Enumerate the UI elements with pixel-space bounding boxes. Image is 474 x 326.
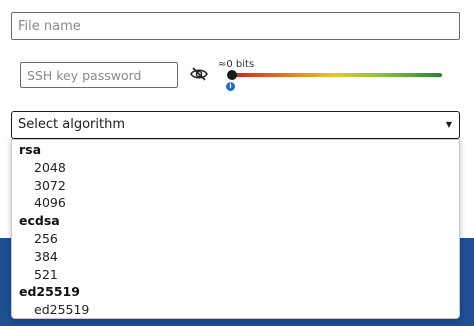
option-rsa-2048[interactable]: 2048 — [12, 159, 459, 177]
eye-slash-icon — [190, 66, 208, 85]
info-icon[interactable]: i — [226, 82, 235, 91]
algorithm-select[interactable]: Select algorithm ▼ — [11, 111, 460, 139]
algorithm-dropdown-list: rsa 2048 3072 4096 ecdsa 256 384 521 ed2… — [11, 139, 460, 319]
toggle-password-visibility-button[interactable] — [186, 62, 212, 88]
password-strength-label: ≈0 bits — [218, 59, 255, 70]
option-ecdsa-256[interactable]: 256 — [12, 230, 459, 248]
password-strength-indicator — [227, 70, 237, 80]
optgroup-ed25519: ed25519 — [19, 284, 80, 300]
optgroup-rsa: rsa — [19, 142, 42, 157]
option-ed25519[interactable]: ed25519 — [12, 301, 459, 319]
option-ecdsa-384[interactable]: 384 — [12, 248, 459, 266]
ssh-key-password-input[interactable] — [20, 62, 178, 88]
caret-down-icon: ▼ — [445, 120, 452, 129]
optgroup-ecdsa: ecdsa — [19, 213, 60, 229]
file-name-input[interactable] — [11, 12, 460, 40]
option-rsa-4096[interactable]: 4096 — [12, 194, 459, 212]
option-ecdsa-521[interactable]: 521 — [12, 266, 459, 284]
option-rsa-3072[interactable]: 3072 — [12, 177, 459, 195]
algorithm-select-label: Select algorithm — [18, 117, 125, 132]
password-strength-meter — [230, 73, 442, 77]
